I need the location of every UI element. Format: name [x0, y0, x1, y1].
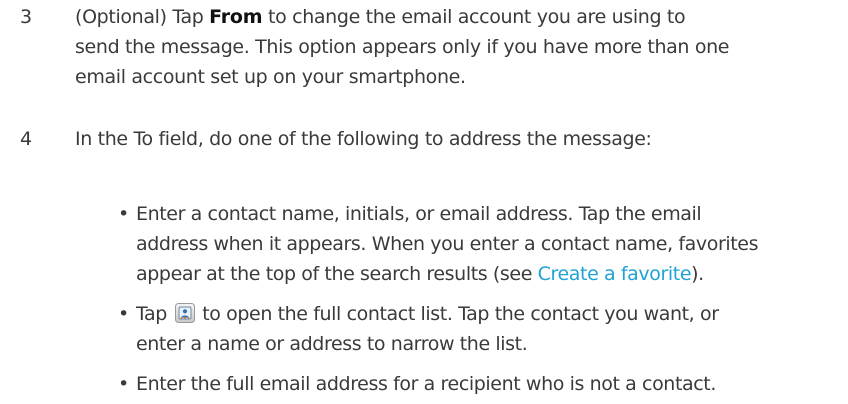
text-span: (Optional) Tap: [75, 6, 210, 28]
text-line: Tap to open the full contact list. Tap t…: [136, 299, 846, 329]
text-line: address when it appears. When you enter …: [136, 233, 759, 255]
bullet-dot: •: [118, 303, 130, 325]
bullet-dot: •: [118, 203, 130, 225]
bullet-dot: •: [118, 373, 130, 395]
text-line: In the To field, do one of the following…: [75, 128, 652, 150]
manual-page: 3 (Optional) Tap From to change the emai…: [0, 0, 848, 404]
text-span: ).: [691, 263, 704, 285]
step-number: 3: [20, 6, 33, 28]
text-line: send the message. This option appears on…: [75, 36, 730, 58]
from-keyword: From: [209, 6, 263, 28]
step-number: 4: [20, 128, 33, 150]
text-line: Enter a contact name, initials, or email…: [136, 203, 702, 225]
text-line: email account set up on your smartphone.: [75, 66, 466, 88]
text-span: appear at the top of the search results …: [136, 263, 538, 285]
step-text: In the To field, do one of the following…: [75, 124, 845, 154]
text-span: to change the email account you are usin…: [262, 6, 686, 28]
text-span: Tap: [136, 303, 173, 325]
text-span: to open the full contact list. Tap the c…: [196, 303, 719, 325]
contacts-picker-icon: [174, 302, 195, 323]
bullet-text: Enter a contact name, initials, or email…: [136, 199, 846, 289]
text-line: Enter the full email address for a recip…: [136, 373, 716, 395]
bullet-text: Tap to open the full contact list. Tap t…: [136, 299, 846, 359]
text-line: enter a name or address to narrow the li…: [136, 333, 528, 355]
text-line: (Optional) Tap From to change the email …: [75, 2, 845, 32]
text-line: appear at the top of the search results …: [136, 259, 846, 289]
step-text: (Optional) Tap From to change the email …: [75, 2, 845, 92]
bullet-text: Enter the full email address for a recip…: [136, 369, 846, 399]
create-favorite-link[interactable]: Create a favorite: [538, 263, 692, 285]
